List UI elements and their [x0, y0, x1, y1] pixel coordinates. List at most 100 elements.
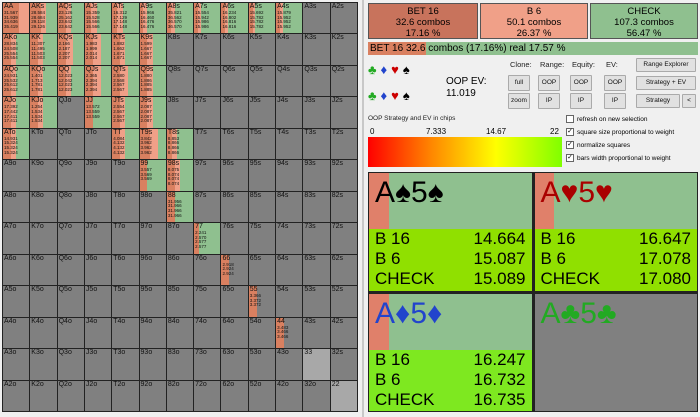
hand-cell[interactable]: 97o	[139, 223, 166, 254]
action-header-bet16[interactable]: BET 16 32.6 combos 17.16 %	[368, 3, 478, 39]
hand-cell[interactable]: A5o	[3, 286, 30, 317]
hand-cell[interactable]: 53o	[248, 349, 276, 380]
diamond-icon[interactable]: ♦	[381, 62, 388, 77]
hand-cell[interactable]: 87o	[166, 223, 194, 254]
hand-cell[interactable]: 98s 8.075 8.074 8.074 8.074	[166, 160, 194, 191]
hand-cell[interactable]: 83s	[303, 191, 330, 223]
hand-cell[interactable]: QTs 2.580 2.568 2.567 2.567	[112, 65, 139, 97]
hand-cell[interactable]: 85s	[248, 191, 276, 223]
hand-cell[interactable]: 65o	[221, 286, 248, 317]
hand-cell[interactable]: K8s	[166, 34, 194, 65]
hand-cell[interactable]: AKo 28.834 24.508 25.554 25.554	[3, 34, 30, 65]
hand-cell[interactable]: 86o	[166, 254, 194, 286]
hand-cell[interactable]: K4s	[276, 34, 303, 65]
hand-cell[interactable]: J2o	[84, 380, 112, 411]
club-icon[interactable]: ♣	[368, 62, 377, 77]
hand-cell[interactable]: Q4s	[276, 65, 303, 97]
hand-cell[interactable]: 94o	[139, 317, 166, 349]
hand-cell[interactable]: QQ 12.023 12.042 12.023 12.023	[57, 65, 84, 97]
combo-cell[interactable]: A♠5♠ B 16 14.664 B 6 15.087 CHECK 15.089	[369, 173, 532, 291]
hand-cell[interactable]: K7s	[194, 34, 221, 65]
hand-cell[interactable]: Q3s	[303, 65, 330, 97]
hand-cell[interactable]: 73o	[194, 349, 221, 380]
range-explorer-button[interactable]: Range Explorer	[636, 58, 696, 72]
hand-cell[interactable]: JTs 2.554 2.567 2.567 2.567	[112, 97, 139, 128]
hand-cell[interactable]: J5s	[248, 97, 276, 128]
hand-cell[interactable]: A5s 15.692 15.782 15.782 15.782	[248, 3, 276, 34]
hand-cell[interactable]: AQo 24.931 25.532 25.612 25.612	[3, 65, 30, 97]
hand-cell[interactable]: AA 31.567 31.939 34.636 35.419	[3, 3, 30, 34]
hand-cell[interactable]: 94s	[276, 160, 303, 191]
hand-cell[interactable]: Q8o	[57, 191, 84, 223]
hand-cell[interactable]: ATs 16.312 17.129 17.148 17.148	[112, 3, 139, 34]
combo-cell[interactable]: A♦5♦ B 16 16.247 B 6 16.732 CHECK 16.735	[369, 293, 532, 411]
hand-cell[interactable]: J2s	[330, 97, 357, 128]
hand-cell[interactable]: 95o	[139, 286, 166, 317]
hand-cell[interactable]: 92s	[330, 160, 357, 191]
hand-cell[interactable]: K9o	[30, 160, 57, 191]
hand-cell[interactable]: 53s	[303, 286, 330, 317]
hand-cell[interactable]: 42o	[276, 380, 303, 411]
hand-cell[interactable]: K5o	[30, 286, 57, 317]
hand-cell[interactable]: KTo	[30, 128, 57, 160]
hand-cell[interactable]: A6s 16.234 16.802 16.816 16.816	[221, 3, 248, 34]
hand-cell[interactable]: Q8s	[166, 65, 194, 97]
hand-cell[interactable]: JTo	[84, 128, 112, 160]
hand-cell[interactable]: 65s	[248, 254, 276, 286]
hand-cell[interactable]: ATo 14.931 15.324 15.324 15.324	[3, 128, 30, 160]
hand-cell[interactable]: A8s 35.821 36.562 36.570 36.570	[166, 3, 194, 34]
hand-cell[interactable]: 72o	[194, 380, 221, 411]
hand-cell[interactable]: QTo	[57, 128, 84, 160]
hand-cell[interactable]: 44 3.483 3.466 3.466	[276, 317, 303, 349]
hand-cell[interactable]: 42s	[330, 317, 357, 349]
zoom-button[interactable]: zoom	[508, 93, 530, 109]
square-size-checkbox[interactable]: ✓ square size proportional to weight	[566, 128, 674, 136]
hand-cell[interactable]: 84s	[276, 191, 303, 223]
refresh-checkbox[interactable]: refresh on new selection	[566, 115, 647, 123]
strategy-button[interactable]: Strategy	[636, 94, 680, 108]
hand-cell[interactable]: T8s 8.853 8.866 8.866 8.866	[166, 128, 194, 160]
hand-cell[interactable]: JJ 13.572 13.559 13.559	[84, 97, 112, 128]
hand-cell[interactable]: T4o	[112, 317, 139, 349]
hand-cell[interactable]: 99 3.557 3.569 3.569	[139, 160, 166, 191]
hand-cell[interactable]: KK 11.307 11.495 11.503 11.503	[30, 34, 57, 65]
hand-cell[interactable]: K9s 1.599 1.667 1.667 1.667	[139, 34, 166, 65]
hand-cell[interactable]: K3o	[30, 349, 57, 380]
hand-cell[interactable]: 22	[330, 380, 357, 411]
hand-cell[interactable]: 66 2.918 2.924 2.924	[221, 254, 248, 286]
diamond-icon[interactable]: ♦	[381, 88, 388, 103]
hand-cell[interactable]: A7s 15.554 15.942 15.986 15.986	[194, 3, 221, 34]
hand-cell[interactable]: 87s	[194, 191, 221, 223]
hand-cell[interactable]: Q3o	[57, 349, 84, 380]
hand-cell[interactable]: 93o	[139, 349, 166, 380]
hand-cell[interactable]: K3s	[303, 34, 330, 65]
hand-cell[interactable]: KTs 1.882 1.662 1.671 1.671	[112, 34, 139, 65]
hand-cell[interactable]: J8o	[84, 191, 112, 223]
hand-cell[interactable]: QJo	[57, 97, 84, 128]
hand-cell[interactable]: 64o	[221, 317, 248, 349]
hand-cell[interactable]: T9s 3.842 3.962 3.962 3.962	[139, 128, 166, 160]
hand-cell[interactable]: A7o	[3, 223, 30, 254]
hand-cell[interactable]: T5o	[112, 286, 139, 317]
hand-cell[interactable]: T3o	[112, 349, 139, 380]
hand-cell[interactable]: K2s	[330, 34, 357, 65]
hand-cell[interactable]: 43o	[276, 349, 303, 380]
action-header-check[interactable]: CHECK 107.3 combos 56.47 %	[590, 3, 698, 39]
hand-cell[interactable]: J7s	[194, 97, 221, 128]
hand-cell[interactable]: J4s	[276, 97, 303, 128]
hand-cell[interactable]: J4o	[84, 317, 112, 349]
hand-cell[interactable]: Q6s	[221, 65, 248, 97]
hand-cell[interactable]: 74s	[276, 223, 303, 254]
hand-cell[interactable]: A9o	[3, 160, 30, 191]
hand-cell[interactable]: 62s	[330, 254, 357, 286]
range-oop-button[interactable]: OOP	[538, 75, 560, 91]
hand-cell[interactable]: 98o	[139, 191, 166, 223]
checkbox-box[interactable]: ✓	[566, 154, 574, 162]
suit-filter-row-2[interactable]: ♣ ♦ ♥ ♠	[368, 88, 410, 103]
ev-ip-button[interactable]: IP	[604, 93, 626, 109]
hand-cell[interactable]: QJs 2.365 2.394 2.394 2.394	[84, 65, 112, 97]
hand-cell[interactable]: A6o	[3, 254, 30, 286]
suit-filter-row-1[interactable]: ♣ ♦ ♥ ♠	[368, 62, 410, 77]
hand-cell[interactable]: J9s 2.087 2.087 2.087 2.087	[139, 97, 166, 128]
hand-cell[interactable]: 86s	[221, 191, 248, 223]
